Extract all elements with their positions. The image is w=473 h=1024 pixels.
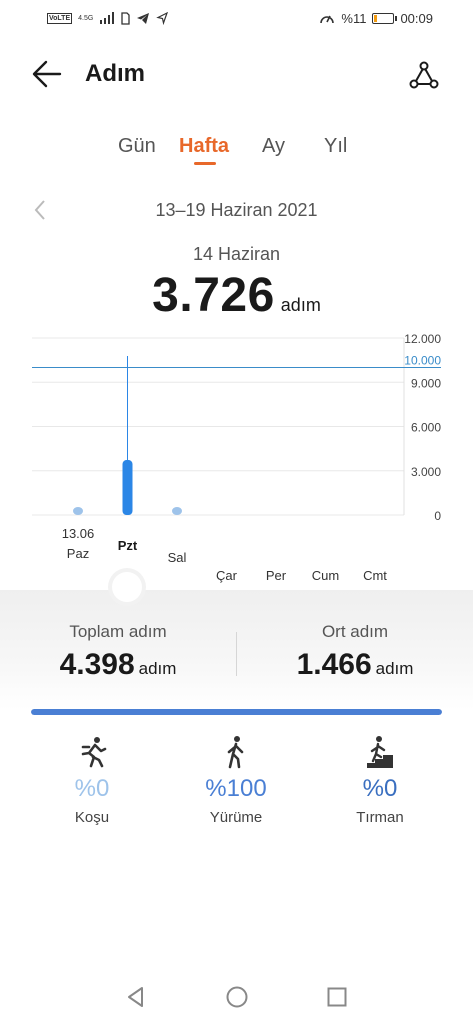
nav-recents-icon[interactable] [324, 984, 350, 1010]
x-tick-label: Pzt [118, 538, 138, 553]
sim-icon [121, 11, 130, 25]
walking-label: Yürüme [209, 809, 263, 826]
running-percent: %0 [74, 775, 110, 802]
total-steps: Toplam adım 4.398 adım [0, 622, 236, 682]
bar-pzt [122, 460, 133, 515]
activity-walking: %100 Yürüme [176, 735, 296, 826]
x-tick-label: Cmt [363, 568, 387, 583]
battery-icon [372, 12, 398, 24]
activity-progress-bar [31, 709, 442, 715]
average-unit: adım [375, 659, 414, 678]
route-share-icon[interactable] [406, 58, 440, 92]
stairs-climbing-icon [367, 736, 393, 768]
selected-steps-value: 3.726 [152, 269, 275, 322]
activity-breakdown: %0 Koşu %100 Yürüme %0 Tırman [0, 735, 473, 835]
clock: 00:09 [400, 10, 433, 26]
date-navigation: 13–19 Haziran 2021 [0, 196, 473, 224]
y-tick-label: 9.000 [411, 376, 441, 390]
speedometer-icon [320, 15, 335, 24]
volte-badge: VoLTE [47, 12, 73, 24]
page-title: Adım [85, 60, 145, 87]
x-tick-label: Per [266, 568, 287, 583]
climbing-label: Tırman [356, 809, 404, 826]
app-bar: Adım [0, 44, 473, 104]
system-nav-bar [0, 970, 473, 1024]
tab-month[interactable]: Ay [262, 135, 285, 158]
tab-day[interactable]: Gün [118, 135, 156, 158]
chart-notch [112, 572, 142, 602]
walking-icon [227, 736, 244, 769]
bar-sal [172, 507, 182, 515]
goal-label: 10.000 [404, 354, 441, 368]
average-label: Ort adım [321, 622, 389, 641]
x-tick-label: Cum [312, 568, 339, 583]
activity-climbing: %0 Tırman [320, 735, 440, 826]
nav-home-icon[interactable] [224, 984, 250, 1010]
nav-back-icon[interactable] [123, 984, 149, 1010]
total-label: Toplam adım [69, 622, 167, 641]
status-bar: VoLTE 4.5G %11 00:09 [0, 0, 473, 36]
x-tick-label: Çar [216, 568, 238, 583]
selected-steps: 3.726 adım [0, 268, 473, 323]
tab-week[interactable]: Hafta [179, 135, 229, 158]
y-tick-label: 3.000 [411, 465, 441, 479]
running-icon [81, 737, 107, 768]
tab-active-indicator [194, 162, 216, 165]
x-tick-label: Paz [67, 546, 89, 561]
arrow-left-icon[interactable] [30, 57, 64, 91]
signal-icon [100, 12, 115, 24]
walking-percent: %100 [205, 775, 267, 802]
selected-date-label: 13.06 [62, 526, 95, 541]
network-type: 4.5G [78, 14, 94, 22]
running-label: Koşu [74, 809, 110, 826]
average-value: 1.466 [296, 648, 372, 681]
tab-year[interactable]: Yıl [324, 135, 347, 158]
nav-arrow-icon [156, 11, 169, 25]
summary-panel: Toplam adım 4.398 adım Ort adım 1.466 adım [0, 572, 473, 710]
selected-steps-unit: adım [280, 295, 321, 315]
average-steps: Ort adım 1.466 adım [237, 622, 473, 682]
y-tick-label: 0 [434, 509, 441, 523]
activity-running: %0 Koşu [32, 735, 152, 826]
selected-date: 14 Haziran [192, 244, 281, 264]
date-range: 13–19 Haziran 2021 [155, 200, 318, 220]
status-left: VoLTE 4.5G [47, 11, 169, 25]
x-tick-label: Sal [168, 550, 187, 565]
bar-paz [73, 507, 83, 515]
total-value: 4.398 [59, 648, 135, 681]
period-tabs: Gün Hafta Ay Yıl [0, 130, 473, 170]
status-right: %11 00:09 [319, 11, 433, 26]
climbing-percent: %0 [362, 775, 398, 802]
telegram-icon [137, 12, 150, 24]
battery-percent: %11 [341, 10, 367, 26]
y-tick-label: 12.000 [404, 332, 441, 346]
weekly-steps-chart[interactable]: 0 3.000 6.000 9.000 12.000 10.000 Paz Pzt Sal Çar… [0, 320, 473, 590]
total-unit: adım [138, 659, 177, 678]
y-tick-label: 6.000 [411, 421, 441, 435]
